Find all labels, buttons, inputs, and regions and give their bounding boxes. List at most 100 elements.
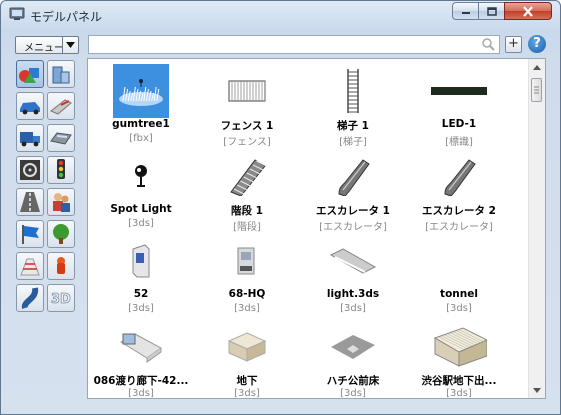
- minimize-button[interactable]: [452, 2, 479, 20]
- 3d-text-icon: 3D: [51, 292, 72, 307]
- traffic-light-icon: [57, 159, 65, 179]
- flag-icon: [22, 225, 39, 244]
- spotlight-icon: [113, 149, 169, 203]
- model-type: [3ds]: [234, 303, 260, 314]
- led-bar-icon: [431, 64, 487, 118]
- model-item[interactable]: 渋谷駅地下出... [3ds]: [406, 317, 516, 399]
- category-flags[interactable]: [16, 220, 44, 248]
- model-item[interactable]: 梯子 1 [梯子]: [300, 62, 410, 148]
- tree-icon: [53, 224, 69, 244]
- category-buildings[interactable]: [47, 60, 75, 88]
- model-type: [3ds]: [234, 388, 260, 399]
- model-item[interactable]: tonnel [3ds]: [406, 232, 516, 316]
- category-trains[interactable]: [47, 92, 75, 120]
- model-name: ハチ公前床: [326, 375, 380, 387]
- svg-text:3D: 3D: [51, 292, 71, 307]
- light-fixture-icon: [325, 234, 381, 288]
- steering-wheel-icon: [20, 160, 40, 180]
- category-cars[interactable]: [16, 92, 44, 120]
- category-trees[interactable]: [47, 220, 75, 248]
- model-type: [エスカレータ]: [319, 222, 387, 233]
- ladder-icon: [325, 64, 381, 118]
- category-interior[interactable]: [16, 156, 44, 184]
- scrollbar-thumb[interactable]: [531, 78, 542, 102]
- category-street-objects[interactable]: [47, 252, 75, 280]
- blank-icon: [431, 234, 487, 288]
- model-grid: gumtree1 [fbx] フェンス 1 [フェンス] 梯子 1 [梯子] LED-1 [標…: [87, 58, 546, 399]
- model-type: [3ds]: [128, 388, 154, 399]
- model-name: エスカレータ 1: [316, 205, 390, 217]
- model-type: [3ds]: [128, 303, 154, 314]
- model-name: フェンス 1: [220, 120, 274, 132]
- model-name: 地下: [236, 375, 258, 387]
- escalator-icon: [325, 149, 381, 203]
- menu-dropdown[interactable]: メニュー: [15, 36, 79, 54]
- vertical-scrollbar[interactable]: [528, 59, 545, 398]
- category-crosswalks[interactable]: [16, 252, 44, 280]
- category-buses[interactable]: [47, 124, 75, 152]
- model-item[interactable]: gumtree1 [fbx]: [88, 62, 198, 146]
- search-icon[interactable]: [482, 38, 495, 51]
- title-bar[interactable]: モデルパネル: [1, 1, 560, 29]
- minimize-icon: [461, 12, 470, 14]
- building-block-icon: [431, 319, 487, 373]
- box-icon: [219, 319, 275, 373]
- category-signals[interactable]: [47, 156, 75, 184]
- category-curves[interactable]: [16, 284, 44, 312]
- category-people[interactable]: [47, 188, 75, 216]
- floor-tile-icon: [325, 319, 381, 373]
- model-item[interactable]: light.3ds [3ds]: [300, 232, 410, 316]
- model-item[interactable]: エスカレータ 1 [エスカレータ]: [300, 147, 410, 233]
- model-item[interactable]: 52 [3ds]: [88, 232, 198, 316]
- model-name: light.3ds: [326, 288, 380, 300]
- stairs-icon: [219, 149, 275, 203]
- model-type: [エスカレータ]: [425, 222, 493, 233]
- model-type: [fbx]: [129, 133, 153, 144]
- app-icon: [9, 7, 25, 20]
- model-item[interactable]: 地下 [3ds]: [194, 317, 304, 399]
- scroll-up-button[interactable]: [529, 59, 545, 75]
- model-name: 086渡り廊下-42...: [93, 375, 189, 387]
- model-name: gumtree1: [112, 118, 170, 130]
- close-icon: [523, 5, 533, 17]
- chevron-down-icon: [62, 37, 78, 53]
- category-3d[interactable]: 3D: [47, 284, 75, 312]
- close-button[interactable]: [504, 2, 552, 20]
- scroll-down-button[interactable]: [529, 382, 545, 398]
- add-model-button[interactable]: +: [505, 36, 522, 53]
- model-type: [階段]: [233, 222, 261, 233]
- help-icon[interactable]: ?: [528, 35, 546, 53]
- model-name: エスカレータ 2: [422, 205, 496, 217]
- grass-icon: [113, 64, 169, 118]
- model-type: [3ds]: [340, 388, 366, 399]
- model-item[interactable]: 68-HQ [3ds]: [194, 232, 304, 316]
- bus-icon: [50, 132, 72, 145]
- model-item[interactable]: 086渡り廊下-42... [3ds]: [88, 317, 198, 399]
- model-name: 68-HQ: [228, 288, 266, 300]
- model-type: [3ds]: [446, 388, 472, 399]
- model-name: tonnel: [440, 288, 478, 300]
- vending-machine-icon: [113, 234, 169, 288]
- maximize-button[interactable]: [478, 2, 505, 20]
- search-field[interactable]: [88, 35, 500, 54]
- category-shapes[interactable]: [16, 60, 44, 88]
- building-icon: [52, 66, 70, 84]
- model-item[interactable]: エスカレータ 2 [エスカレータ]: [406, 147, 516, 233]
- model-item[interactable]: フェンス 1 [フェンス]: [194, 62, 304, 148]
- model-name: 52: [133, 288, 149, 300]
- fire-hydrant-icon: [57, 257, 65, 274]
- grip-icon: [534, 86, 539, 94]
- category-roads[interactable]: [16, 188, 44, 216]
- model-panel-window: モデルパネル メニュー + ? 3D gumtree1 [fbx] フェンス 1…: [0, 0, 561, 415]
- model-item[interactable]: LED-1 [標識]: [406, 62, 516, 148]
- model-type: [3ds]: [128, 218, 154, 229]
- model-item[interactable]: 階段 1 [階段]: [194, 147, 304, 233]
- category-trucks[interactable]: [16, 124, 44, 152]
- search-input[interactable]: [91, 37, 475, 53]
- model-item[interactable]: Spot Light [3ds]: [88, 147, 198, 231]
- shapes-icon: [19, 68, 39, 83]
- window-title: モデルパネル: [30, 10, 103, 24]
- car-icon: [20, 102, 40, 115]
- crosswalk-icon: [20, 258, 40, 276]
- model-item[interactable]: ハチ公前床 [3ds]: [300, 317, 410, 399]
